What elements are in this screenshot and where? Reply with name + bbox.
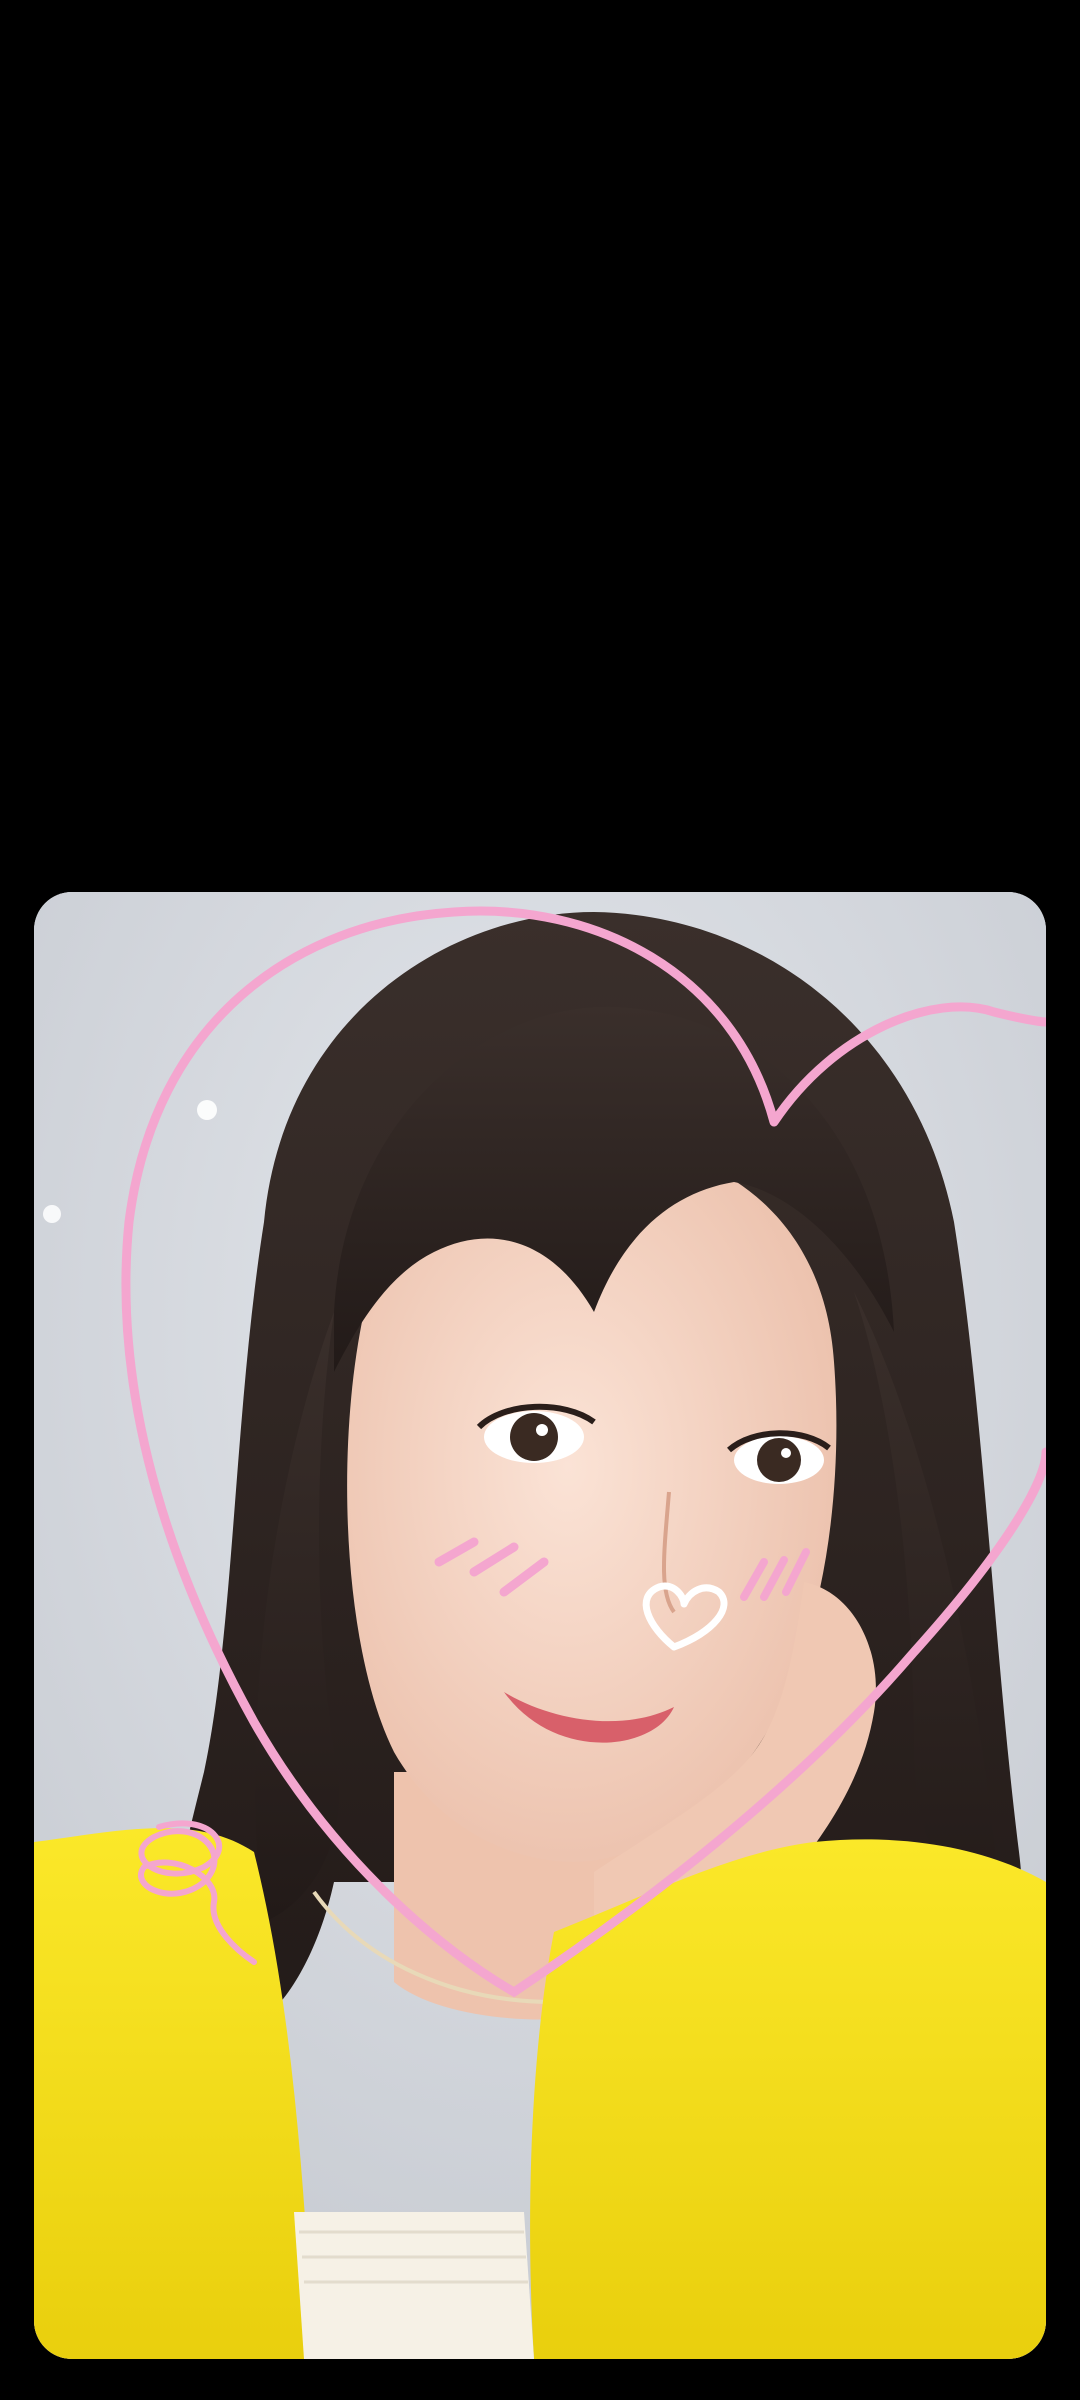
ceiling-light <box>43 1205 61 1223</box>
ceiling-light <box>197 1100 217 1120</box>
photo-viewer-screen <box>0 0 1080 2400</box>
white-top <box>294 2212 534 2359</box>
right-iris <box>757 1438 801 1482</box>
photo-card[interactable] <box>34 892 1046 2359</box>
selfie-photo <box>34 892 1046 2359</box>
sweater-right <box>530 1839 1046 2359</box>
left-eye-highlight <box>536 1424 548 1436</box>
right-eye-highlight <box>781 1448 791 1458</box>
left-iris <box>510 1413 558 1461</box>
